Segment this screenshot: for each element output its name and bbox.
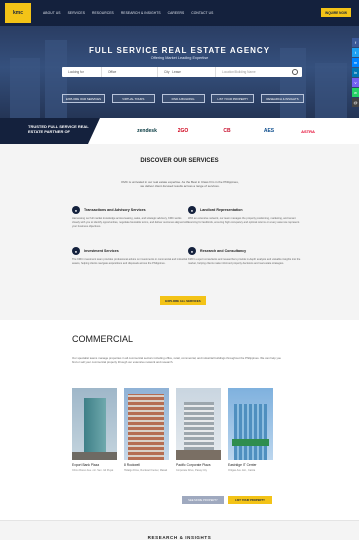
service-description: With an extensive network, our team mana… xyxy=(188,217,300,224)
property-search-bar: Looking for Office City Lease Location/B… xyxy=(62,67,302,77)
property-address: Chino Roces Ave. cor. Sen. Gil Puyat xyxy=(72,469,114,472)
property-address: Corporate Drive, Pasay City xyxy=(176,469,207,472)
nav-links: ABOUT US SERVICES RESOURCES RESEARCH & I… xyxy=(43,11,213,15)
service-landlord[interactable]: ● Landlord Representation With an extens… xyxy=(188,206,306,225)
property-photo xyxy=(176,388,221,460)
inquire-now-button[interactable]: INQUIRE NOW xyxy=(321,8,351,17)
property-photo xyxy=(72,388,117,460)
hero-title: FULL SERVICE REAL ESTATE AGENCY xyxy=(88,46,271,55)
nav-link-research[interactable]: RESEARCH & INSIGHTS xyxy=(121,11,161,15)
service-description: KMC's expert consultants and researchers… xyxy=(188,258,301,265)
service-title: Landlord Representation xyxy=(200,208,243,212)
twitter-icon[interactable]: t xyxy=(352,48,359,57)
property-card[interactable]: Eastridge IT Center Ortigas Ave. Ext., C… xyxy=(228,388,273,472)
partners-strip: TRUSTED FULL SERVICE REAL ESTATE PARTNER… xyxy=(0,118,359,144)
partner-logo-cb: CB xyxy=(223,128,231,134)
service-description: The KMC investment team provides profess… xyxy=(72,258,188,265)
property-name: Eastridge IT Center xyxy=(228,463,257,467)
property-card[interactable]: Pacific Corporate Plaza Corporate Drive,… xyxy=(176,388,221,472)
service-research[interactable]: ● Research and Consultancy KMC's expert … xyxy=(188,247,306,266)
list-your-property-button[interactable]: LIST YOUR PROPERTY xyxy=(228,496,272,504)
virtual-tours-button[interactable]: VIRTUAL TOURS xyxy=(111,94,155,103)
messenger-icon[interactable]: m xyxy=(352,58,359,67)
key-icon: ● xyxy=(188,206,196,214)
research-section-peek: RESEARCH & INSIGHTS xyxy=(0,520,359,540)
service-title: Investment Services xyxy=(84,249,119,253)
property-card[interactable]: Export Bank Plaza Chino Roces Ave. cor. … xyxy=(72,388,117,472)
property-type-select[interactable]: Office xyxy=(102,67,158,77)
research-section-title: RESEARCH & INSIGHTS xyxy=(147,535,212,540)
location-search-input[interactable]: Location/Building Name xyxy=(216,67,288,77)
whatsapp-icon[interactable]: w xyxy=(352,88,359,97)
facebook-icon[interactable]: f xyxy=(352,38,359,47)
kmc-logo[interactable]: kmc xyxy=(5,3,31,23)
viber-icon[interactable]: v xyxy=(352,78,359,87)
skyline-building xyxy=(315,63,347,118)
top-nav: kmc ABOUT US SERVICES RESOURCES RESEARCH… xyxy=(0,0,359,26)
commercial-title: COMMERCIAL xyxy=(72,334,134,344)
service-transactions[interactable]: ● Transactions and Advisory Services Har… xyxy=(72,206,190,228)
partners-label: TRUSTED FULL SERVICE REAL ESTATE PARTNER… xyxy=(0,118,100,144)
nav-link-careers[interactable]: CAREERS xyxy=(168,11,185,15)
hero-banner: FULL SERVICE REAL ESTATE AGENCY Offering… xyxy=(0,26,359,118)
services-intro: KMC is unrivaled in our real estate expe… xyxy=(121,180,239,189)
city-label: City xyxy=(164,70,170,74)
hero-quick-links: EXPLORE OUR SERVICES VIRTUAL TOURS FIND … xyxy=(62,94,304,103)
commercial-section: COMMERCIAL Our specialist teams manage p… xyxy=(0,320,359,520)
property-photo xyxy=(228,388,273,460)
linkedin-icon[interactable]: in xyxy=(352,68,359,77)
services-section: DISCOVER OUR SERVICES KMC is unrivaled i… xyxy=(0,144,359,320)
explore-all-services-button[interactable]: EXPLORE ALL SERVICES xyxy=(160,296,206,305)
commercial-description: Our specialist teams manage properties i… xyxy=(72,356,281,364)
nav-link-contact[interactable]: CONTACT US xyxy=(191,11,213,15)
lease-value: Lease xyxy=(172,70,181,74)
nav-link-about[interactable]: ABOUT US xyxy=(43,11,61,15)
partner-logo-zendesk: zendesk xyxy=(137,128,157,134)
research-icon: ● xyxy=(188,247,196,255)
handshake-icon: ● xyxy=(72,206,80,214)
property-address: Ortigas Ave. Ext., Cainta xyxy=(228,469,256,472)
services-title: DISCOVER OUR SERVICES xyxy=(140,158,219,164)
partner-logo-astra: ASTRA xyxy=(301,128,315,134)
looking-for-select[interactable]: Looking for xyxy=(62,67,102,77)
service-description: Harnessing our full market knowledge acr… xyxy=(72,217,189,228)
service-title: Research and Consultancy xyxy=(200,249,247,253)
skyline-building xyxy=(10,58,40,118)
service-investment[interactable]: ● Investment Services The KMC investment… xyxy=(72,247,190,266)
service-title: Transactions and Advisory Services xyxy=(84,208,146,212)
search-icon[interactable] xyxy=(292,69,298,75)
property-name: 8 Rockwell xyxy=(124,463,140,467)
email-icon[interactable]: @ xyxy=(352,98,359,107)
transaction-select[interactable]: City Lease xyxy=(158,67,216,77)
investment-icon: ● xyxy=(72,247,80,255)
property-name: Export Bank Plaza xyxy=(72,463,100,467)
list-property-button[interactable]: LIST YOUR PROPERTY xyxy=(211,94,255,103)
property-photo xyxy=(124,388,169,460)
nav-link-services[interactable]: SERVICES xyxy=(68,11,85,15)
research-insights-button[interactable]: RESEARCH & INSIGHTS xyxy=(261,94,304,103)
partner-logo-2go: 2GO xyxy=(177,128,189,134)
property-name: Pacific Corporate Plaza xyxy=(176,463,211,467)
property-address: Hidalgo Drive, Rockwell Center, Makati xyxy=(124,469,168,472)
property-card[interactable]: 8 Rockwell Hidalgo Drive, Rockwell Cente… xyxy=(124,388,169,472)
social-share-bar: f t m in v w @ xyxy=(352,38,359,108)
partner-logo-aes: AES xyxy=(263,128,275,134)
find-building-button[interactable]: FIND A BUILDING xyxy=(161,94,205,103)
nav-link-resources[interactable]: RESOURCES xyxy=(92,11,114,15)
hero-subtitle: Offering Market Leading Expertise xyxy=(150,56,209,60)
explore-services-button[interactable]: EXPLORE OUR SERVICES xyxy=(62,94,105,103)
see-more-property-button[interactable]: SEE MORE PROPERTY xyxy=(182,496,224,504)
